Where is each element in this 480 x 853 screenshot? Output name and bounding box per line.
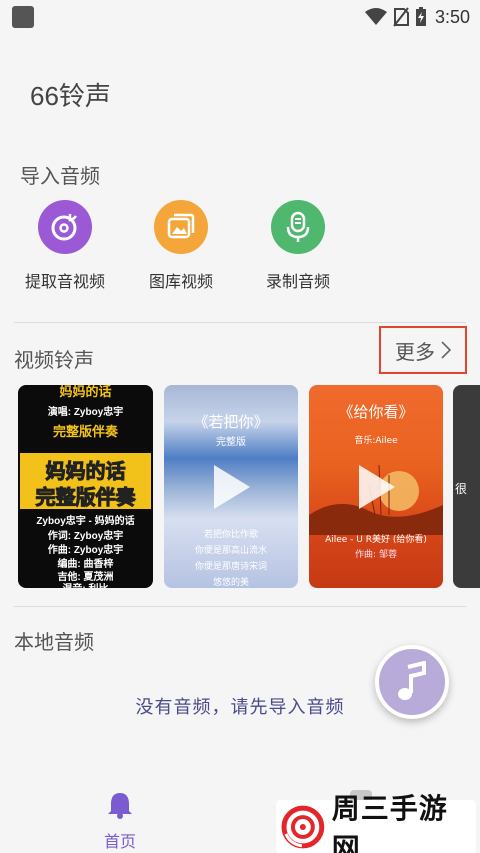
card-text: 悠悠的美 — [212, 578, 249, 588]
no-sim-icon — [393, 7, 409, 27]
gallery-video-label: 图库视频 — [148, 274, 213, 291]
video-carousel[interactable]: 妈妈的话 演唱: Zyboy忠宇 完整版伴奏 妈妈的话 完整版伴奏 Zyboy忠… — [0, 385, 480, 588]
music-fab-button[interactable] — [375, 645, 449, 719]
play-icon — [214, 465, 250, 509]
card-banner-text: 完整版伴奏 — [35, 485, 136, 510]
gallery-video-button[interactable]: 图库视频 — [126, 200, 236, 292]
chevron-right-icon — [441, 341, 451, 359]
card-text: Zyboy忠宇 - 妈妈的话 — [36, 516, 135, 527]
card-title: 《给你看》 — [338, 403, 414, 421]
card-banner: 妈妈的话 完整版伴奏 — [20, 453, 151, 510]
import-section-title: 导入音频 — [20, 166, 100, 188]
divider — [14, 606, 466, 607]
local-section-title: 本地音频 — [14, 632, 94, 654]
card-text: 混音: 利比 — [18, 580, 153, 588]
microphone-icon — [271, 200, 325, 254]
music-note-icon — [398, 661, 426, 700]
card-title: 《若把你》 — [193, 413, 269, 431]
nav-home[interactable]: 首页 — [90, 790, 150, 852]
extract-audio-video-button[interactable]: 提取音视频 — [10, 200, 120, 292]
card-title: 妈妈的话 — [59, 385, 112, 400]
app-notification-icon — [12, 6, 34, 28]
video-card[interactable]: 很 — [453, 385, 480, 588]
status-time: 3:50 — [434, 6, 470, 27]
bell-icon — [108, 793, 132, 819]
card-text: 作曲: 邹蓉 — [355, 550, 397, 560]
watermark-text: 周三手游网 — [331, 791, 448, 853]
video-section-title: 视频铃声 — [14, 350, 94, 372]
wifi-icon — [364, 8, 387, 25]
app-title: 66铃声 — [30, 81, 111, 111]
watermark-logo-icon — [281, 805, 325, 848]
status-bar: 3:50 — [0, 0, 480, 34]
card-subtitle: 完整版 — [216, 437, 246, 448]
card-text: 你便是那唐诗宋词 — [194, 562, 267, 572]
video-card[interactable]: 妈妈的话 演唱: Zyboy忠宇 完整版伴奏 妈妈的话 完整版伴奏 Zyboy忠… — [18, 385, 153, 588]
gallery-icon — [154, 200, 208, 254]
video-card[interactable]: 《若把你》 完整版 若把你比作歌 你便是那高山流水 你便是那唐诗宋词 悠悠的美 — [164, 385, 298, 588]
more-button[interactable]: 更多 — [379, 326, 467, 374]
watermark: 周三手游网 — [276, 792, 476, 853]
divider — [14, 322, 466, 323]
card-banner-text: 妈妈的话 — [45, 459, 126, 484]
disc-music-icon — [38, 200, 92, 254]
record-audio-button[interactable]: 录制音频 — [243, 200, 353, 292]
battery-charging-icon — [415, 7, 426, 26]
play-icon — [359, 465, 395, 509]
nav-home-label: 首页 — [103, 834, 136, 851]
extract-audio-video-label: 提取音视频 — [24, 274, 105, 291]
card-text: 完整版伴奏 — [52, 424, 118, 439]
card-text: 演唱: Zyboy忠宇 — [47, 407, 124, 418]
card-text: 你便是那高山流水 — [194, 546, 267, 556]
video-card[interactable]: 《给你看》 音乐:Ailee Ailee - U R美好 (给你看) 作曲: 邹… — [309, 385, 443, 588]
import-actions: 提取音视频 图库视频 录制音频 — [0, 200, 480, 300]
more-label: 更多 — [395, 341, 435, 364]
status-icons: 3:50 — [364, 4, 470, 30]
card-text: 很 — [455, 482, 468, 496]
card-text: 作词: Zyboy忠宇 — [47, 531, 124, 542]
card-text: 若把你比作歌 — [203, 530, 258, 540]
card-text: Ailee - U R美好 (给你看) — [325, 535, 427, 545]
card-text: 作曲: Zyboy忠宇 — [47, 545, 124, 556]
record-audio-label: 录制音频 — [265, 274, 330, 291]
